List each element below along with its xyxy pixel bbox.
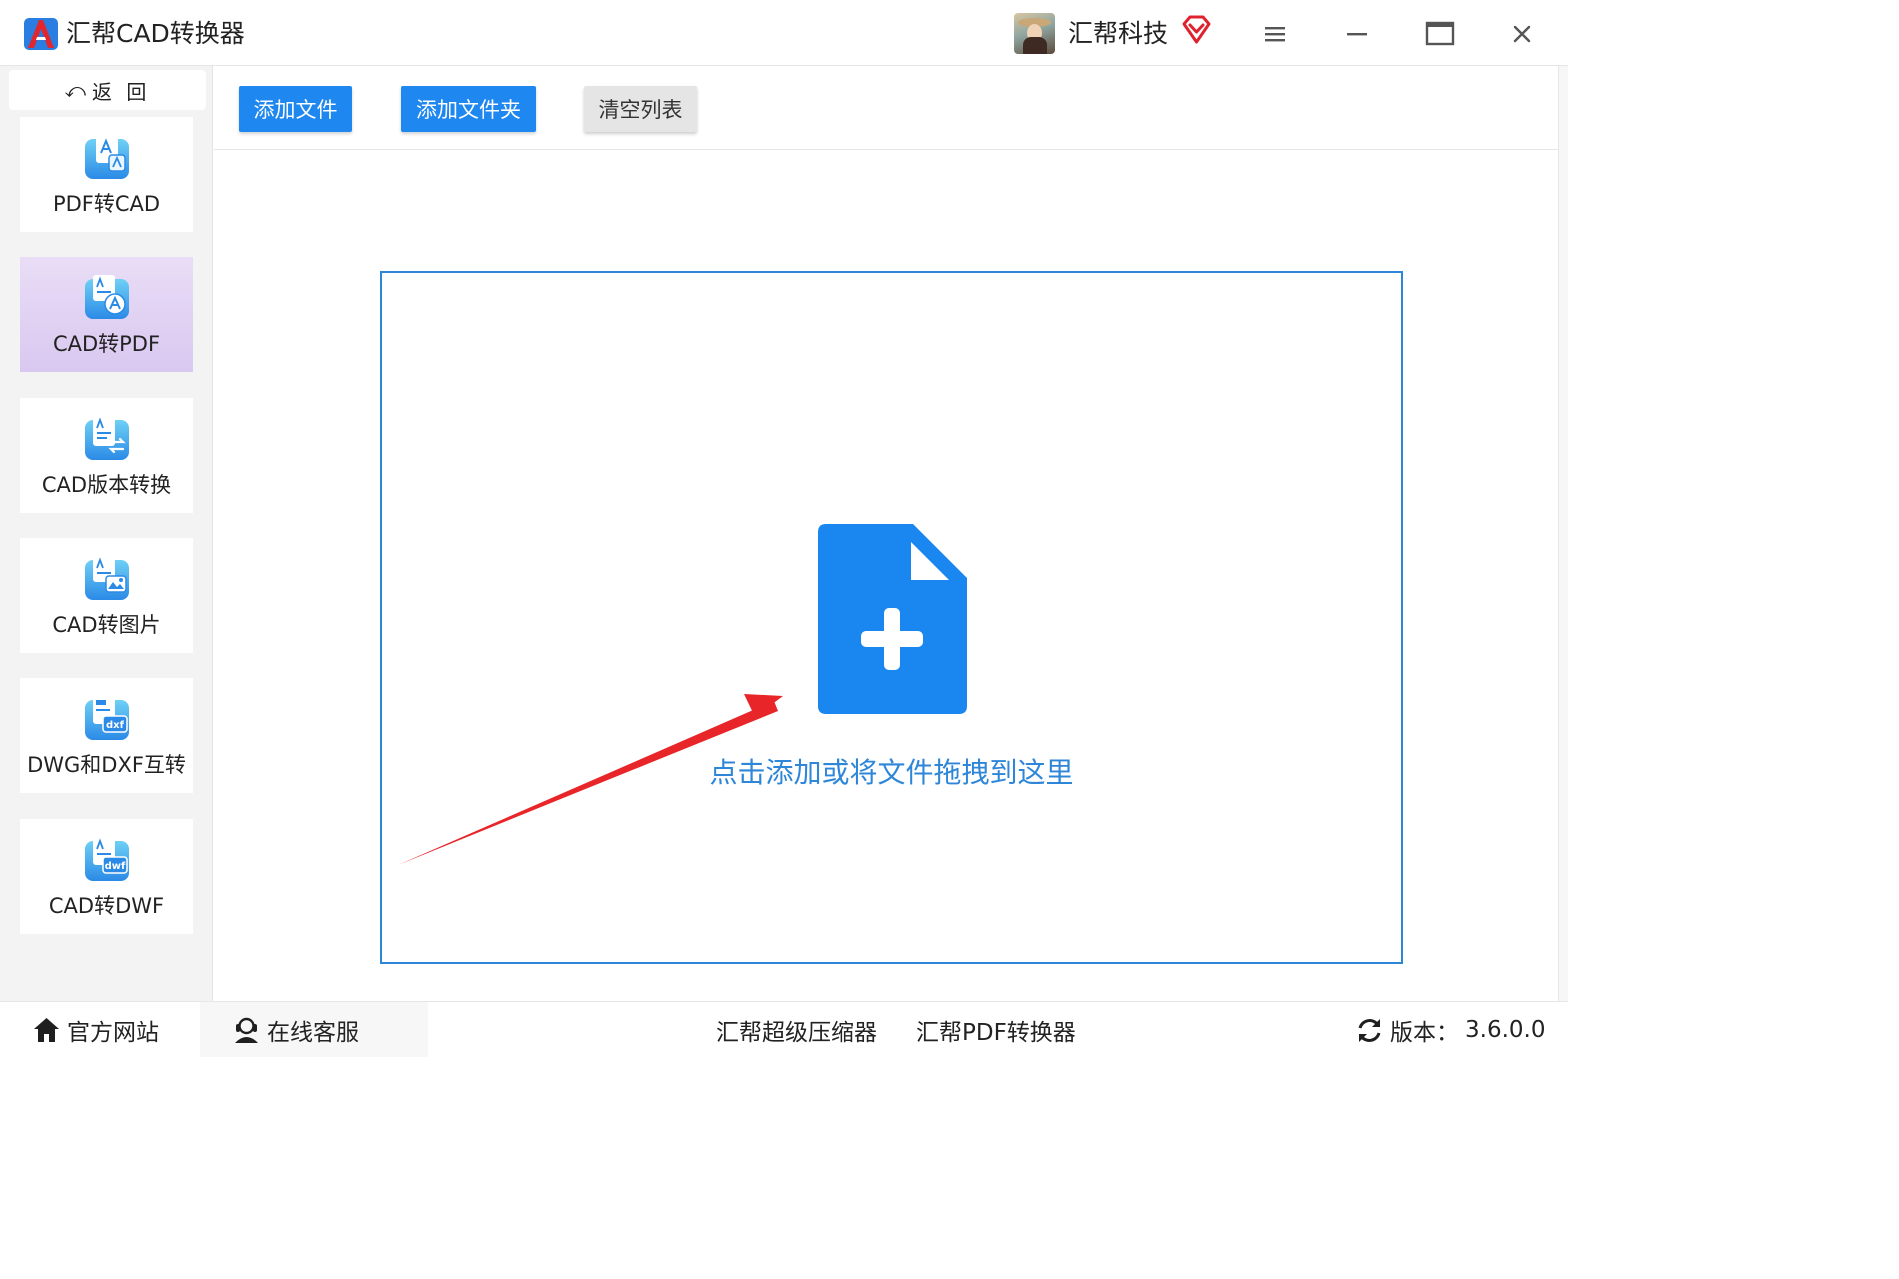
main-area: 点击添加或将文件拖拽到这里 (214, 150, 1558, 1001)
customer-service-icon (235, 1017, 258, 1043)
official-site-label: 官方网站 (67, 1020, 159, 1046)
maximize-button[interactable] (1420, 14, 1460, 54)
sidebar-item-cad-to-dwf[interactable]: dwf CAD转DWF (20, 819, 193, 934)
dwg-dxf-icon: dxf (85, 696, 129, 740)
close-icon (1513, 25, 1531, 43)
sidebar-item-cad-to-image[interactable]: CAD转图片 (20, 538, 193, 653)
svg-text:dwf: dwf (105, 861, 126, 872)
add-folder-button[interactable]: 添加文件夹 (401, 86, 536, 132)
refresh-icon[interactable] (1355, 1016, 1384, 1045)
sidebar-item-label: CAD转图片 (52, 613, 161, 637)
official-site-link[interactable]: 官方网站 (32, 1010, 159, 1050)
online-service-label: 在线客服 (267, 1019, 359, 1046)
cad-to-dwf-icon: dwf (85, 837, 129, 881)
version-info: 版本： 3.6.0.0 (1355, 1010, 1545, 1050)
app-title: 汇帮CAD转换器 (66, 19, 245, 48)
cad-version-icon (85, 416, 129, 460)
sidebar-item-pdf-to-cad[interactable]: PDF转CAD (20, 117, 193, 232)
minimize-button[interactable] (1337, 14, 1377, 54)
app-logo-icon (24, 18, 58, 50)
pdf-to-cad-icon (85, 135, 129, 179)
add-file-button[interactable]: 添加文件 (239, 86, 352, 132)
undo-icon: ⤺ (64, 78, 87, 102)
drop-hint-text: 点击添加或将文件拖拽到这里 (709, 756, 1074, 789)
compressor-label: 汇帮超级压缩器 (716, 1020, 877, 1046)
avatar[interactable] (1014, 13, 1055, 54)
pdf-converter-label: 汇帮PDF转换器 (916, 1020, 1076, 1046)
title-bar: 汇帮CAD转换器 汇帮科技 (0, 0, 1568, 66)
file-drop-zone[interactable]: 点击添加或将文件拖拽到这里 (380, 271, 1403, 964)
version-number: 3.6.0.0 (1465, 1017, 1546, 1043)
sidebar-item-cad-version[interactable]: CAD版本转换 (20, 398, 193, 513)
sidebar-item-dwg-dxf[interactable]: dxf DWG和DXF互转 (20, 678, 193, 793)
sidebar-item-label: CAD转DWF (48, 894, 165, 918)
user-name[interactable]: 汇帮科技 (1068, 17, 1168, 51)
sidebar-item-cad-to-pdf[interactable]: CAD转PDF (20, 257, 193, 372)
clear-list-button[interactable]: 清空列表 (584, 86, 697, 132)
version-label: 版本： (1390, 1020, 1459, 1046)
cad-to-image-icon (85, 556, 129, 600)
window-edge (1558, 66, 1568, 1001)
toolbar: 添加文件 添加文件夹 清空列表 (214, 66, 1558, 150)
menu-button[interactable] (1255, 14, 1295, 54)
sidebar-item-label: DWG和DXF互转 (27, 753, 186, 777)
footer: 官方网站 在线客服 汇帮超级压缩器 汇帮PDF转换器 版本： 3.6.0.0 (0, 1001, 1568, 1057)
pdf-converter-link[interactable]: 汇帮PDF转换器 (916, 1010, 1076, 1050)
sidebar-item-label: CAD转PDF (52, 332, 161, 356)
sidebar-item-label: CAD版本转换 (41, 473, 172, 497)
sidebar: ⤺ 返 回 PDF转CAD CAD转PDF CAD版本转换 CAD转图片 dxf… (0, 66, 213, 1001)
vip-diamond-icon[interactable] (1181, 15, 1212, 45)
back-button[interactable]: ⤺ 返 回 (9, 70, 206, 110)
close-button[interactable] (1502, 14, 1542, 54)
svg-text:dxf: dxf (106, 720, 125, 731)
compressor-link[interactable]: 汇帮超级压缩器 (716, 1010, 877, 1050)
online-service-link[interactable]: 在线客服 (200, 1002, 428, 1057)
home-icon (34, 1017, 59, 1042)
maximize-icon (1425, 21, 1455, 46)
back-label: 返 回 (92, 79, 151, 104)
add-file-icon[interactable] (818, 524, 967, 714)
cad-to-pdf-icon (85, 275, 129, 319)
minimize-icon (1347, 33, 1367, 36)
menu-icon (1265, 27, 1285, 42)
sidebar-item-label: PDF转CAD (52, 192, 161, 216)
